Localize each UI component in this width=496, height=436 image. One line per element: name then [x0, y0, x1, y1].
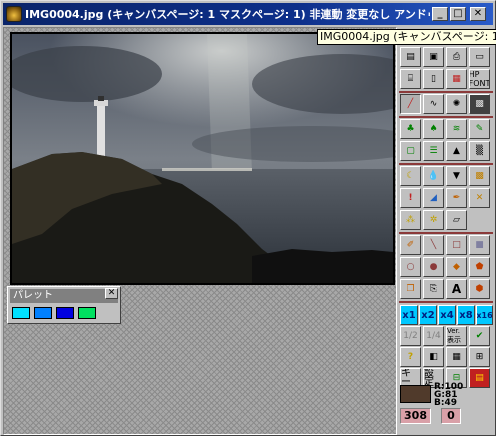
sparkle-icon[interactable]: ✲	[423, 210, 444, 230]
rgb-b: B:49	[434, 398, 457, 408]
hp-font-button[interactable]: HP FONT	[469, 69, 490, 89]
new-file-icon[interactable]: ▤	[400, 47, 421, 67]
tool-group-divider	[399, 163, 493, 165]
exclaim-icon[interactable]: !	[400, 188, 421, 208]
cross-icon[interactable]: ✕	[469, 188, 490, 208]
swatch-2[interactable]	[34, 307, 52, 319]
tool-palette: ▤ ▣ ⎙ ▭ ⌸ ▯ ▦ HP FONT ╱ ∿ ✺ ▩ ♣ ♠ ≋ ✎ ▢ …	[399, 27, 493, 435]
filled-circle-icon[interactable]: ●	[423, 257, 444, 277]
curve-tool-icon[interactable]: ∿	[423, 94, 444, 114]
lighthouse-photo	[12, 34, 393, 283]
print-icon[interactable]: ⎙	[446, 47, 467, 67]
tool-group-divider	[399, 301, 493, 303]
scanner-icon[interactable]: ⌸	[400, 69, 421, 89]
pen-icon[interactable]: ✒	[446, 188, 467, 208]
photo-tool-icon[interactable]: ▩	[469, 94, 490, 114]
maximize-button[interactable]: □	[450, 7, 466, 21]
gradient-icon[interactable]: ▒	[469, 141, 490, 161]
title-tooltip: IMG0004.jpg (キャンバスページ: 1 マスクペ	[317, 29, 496, 45]
zoom-x4-button[interactable]: x4	[438, 305, 456, 325]
zoom-x8-button[interactable]: x8	[457, 305, 475, 325]
moon-icon[interactable]: ☾	[400, 166, 421, 186]
photo-canvas[interactable]	[10, 32, 395, 285]
shape-icon[interactable]: ⬢	[469, 279, 490, 299]
stamp-alt-icon[interactable]: ♠	[423, 119, 444, 139]
swatch-1[interactable]	[12, 307, 30, 319]
grid-icon[interactable]: ▦	[446, 69, 467, 89]
line-tool-icon[interactable]: ╱	[400, 94, 421, 114]
palette-window[interactable]: パレット ✕	[7, 286, 121, 324]
stamp-tool-icon[interactable]: ♣	[400, 119, 421, 139]
tool-group-divider	[399, 91, 493, 93]
swatch-4[interactable]	[78, 307, 96, 319]
title-bar[interactable]: IMG0004.jpg (キャンバスページ: 1 マスクページ: 1) 非連動 …	[3, 3, 493, 25]
select-icon[interactable]: ▢	[400, 141, 421, 161]
scatter-icon[interactable]: ⁂	[400, 210, 421, 230]
polygon-icon[interactable]: ⬟	[469, 257, 490, 277]
version-display-button[interactable]: Ver.表示	[446, 326, 467, 346]
brush-icon[interactable]: ✐	[400, 235, 421, 255]
close-button[interactable]: ✕	[470, 7, 486, 21]
filled-rect-icon[interactable]: ■	[469, 235, 490, 255]
rectangle-icon[interactable]: □	[446, 235, 467, 255]
zoom-quarter-button[interactable]: 1/4	[423, 326, 444, 346]
pattern-icon[interactable]: ≋	[446, 119, 467, 139]
diagonal-line-icon[interactable]: ╲	[423, 235, 444, 255]
fill-icon[interactable]: ◆	[446, 257, 467, 277]
tool-group-divider	[399, 232, 493, 234]
page-icon[interactable]: ▯	[423, 69, 444, 89]
stat-left: 308	[400, 408, 431, 424]
canvas-area[interactable]	[3, 27, 397, 435]
paste-icon[interactable]: ⎘	[423, 279, 444, 299]
swatch-3[interactable]	[56, 307, 74, 319]
help-icon[interactable]: ?	[400, 347, 421, 367]
window-title: IMG0004.jpg (キャンバスページ: 1 マスクページ: 1) 非連動 …	[25, 8, 430, 21]
zoom-x2-button[interactable]: x2	[419, 305, 437, 325]
layers-icon[interactable]: ☰	[423, 141, 444, 161]
texture-icon[interactable]: ▩	[469, 166, 490, 186]
table-icon[interactable]: ▦	[446, 347, 467, 367]
eraser-icon[interactable]: ▱	[446, 210, 467, 230]
zoom-half-button[interactable]: 1/2	[400, 326, 421, 346]
brush-green-icon[interactable]: ✎	[469, 119, 490, 139]
copy-icon[interactable]: ❐	[400, 279, 421, 299]
current-color-swatch[interactable]	[400, 385, 431, 403]
tool-group-divider	[399, 116, 493, 118]
app-window: IMG0004.jpg (キャンバスページ: 1 マスクページ: 1) 非連動 …	[0, 0, 496, 436]
palette-title[interactable]: パレット	[10, 289, 118, 303]
stat-right: 0	[441, 408, 461, 424]
palette-swatches	[12, 307, 96, 319]
zoom-x16-button[interactable]: x16	[476, 305, 493, 325]
app-icon[interactable]	[6, 6, 22, 22]
circle-icon[interactable]: ○	[400, 257, 421, 277]
save-icon[interactable]: ▣	[423, 47, 444, 67]
zoom-x1-button[interactable]: x1	[400, 305, 418, 325]
text-tool-icon[interactable]: A	[446, 279, 467, 299]
drop-icon[interactable]: 💧	[423, 166, 444, 186]
bucket-icon[interactable]: ▼	[446, 166, 467, 186]
triangle-icon[interactable]: ◢	[423, 188, 444, 208]
spray-tool-icon[interactable]: ✺	[446, 94, 467, 114]
check-icon[interactable]: ✔	[469, 326, 490, 346]
palette-close-button[interactable]: ✕	[105, 288, 118, 299]
grid-toggle-icon[interactable]: ⊞	[469, 347, 490, 367]
contrast-icon[interactable]: ◧	[423, 347, 444, 367]
cone-icon[interactable]: ▲	[446, 141, 467, 161]
rgb-readout: R:100 G:81 B:49	[434, 383, 463, 408]
monitor-icon[interactable]: ▭	[469, 47, 490, 67]
minimize-button[interactable]: _	[432, 7, 448, 21]
film-icon[interactable]: ▤	[469, 368, 490, 388]
